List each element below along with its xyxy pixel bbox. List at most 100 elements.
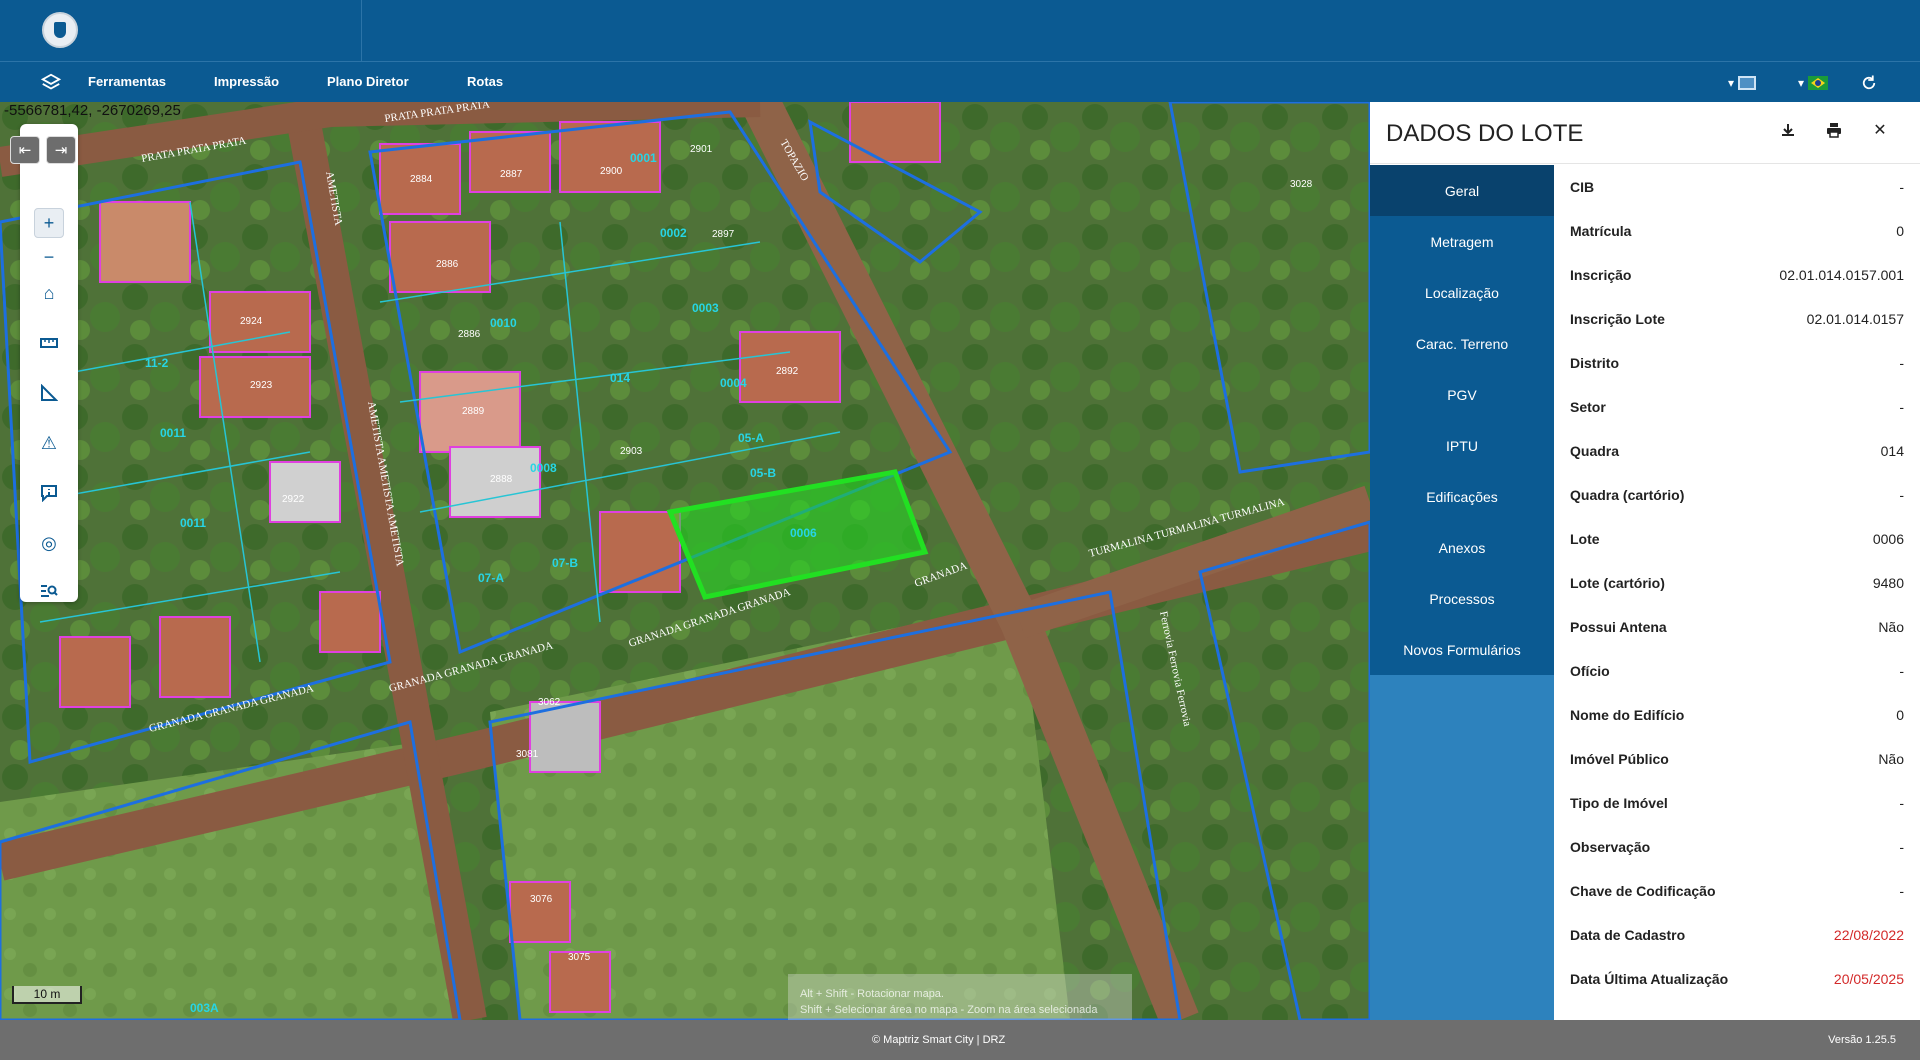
- field-value: 22/08/2022: [1833, 927, 1904, 943]
- field-label: Inscrição: [1570, 267, 1632, 283]
- field-label: Nome do Edifício: [1570, 707, 1685, 723]
- lot-fields: CIB - Matrícula 0 Inscrição 02.01.014.0157.…: [1554, 165, 1920, 1020]
- svg-text:3028: 3028: [1290, 179, 1313, 190]
- field-label: Quadra: [1570, 443, 1620, 459]
- svg-text:2889: 2889: [462, 406, 485, 417]
- field-row: Imóvel Público Não: [1554, 737, 1920, 781]
- search-list-icon[interactable]: [34, 576, 64, 606]
- svg-text:0001: 0001: [630, 151, 657, 165]
- layers-icon[interactable]: [40, 72, 62, 94]
- map-toolbar: + − ⌂ ⚠ ◎: [20, 124, 78, 602]
- tab-iptu[interactable]: IPTU: [1370, 420, 1554, 471]
- print-icon[interactable]: [1824, 120, 1844, 140]
- lot-data-panel: DADOS DO LOTE ✕ Geral Metragem Localizaç…: [1370, 102, 1920, 1020]
- field-row: Lote 0006: [1554, 517, 1920, 561]
- ruler-icon[interactable]: [34, 328, 64, 358]
- menu-item-ferramentas[interactable]: Ferramentas: [88, 74, 166, 89]
- map-drawing: PRATA PRATA PRATA PRATA PRATA PRATA AMET…: [0, 102, 1370, 1020]
- locate-icon[interactable]: ◎: [34, 528, 64, 558]
- svg-text:2886: 2886: [458, 329, 481, 340]
- download-icon[interactable]: [1778, 120, 1798, 140]
- zoom-out-icon[interactable]: −: [34, 242, 64, 272]
- field-row: Possui Antena Não: [1554, 605, 1920, 649]
- field-value: Não: [1878, 751, 1904, 767]
- home-icon[interactable]: ⌂: [34, 278, 64, 308]
- map-hint: Alt + Shift - Rotacionar mapa. Shift + S…: [788, 974, 1132, 1020]
- map-history-nav: ⇤ ⇥: [10, 136, 76, 164]
- refresh-icon: [1862, 75, 1876, 90]
- basemap-selector[interactable]: ▾: [1728, 72, 1757, 94]
- svg-text:0002: 0002: [660, 226, 687, 240]
- svg-text:05-B: 05-B: [750, 466, 776, 480]
- field-value: -: [1899, 399, 1904, 415]
- field-label: Quadra (cartório): [1570, 487, 1685, 503]
- chevron-down-icon: ▾: [1798, 76, 1805, 90]
- field-value: 02.01.014.0157: [1806, 311, 1904, 327]
- top-header: [0, 0, 1920, 61]
- menu-item-plano-diretor[interactable]: Plano Diretor: [327, 74, 409, 89]
- svg-text:3081: 3081: [516, 749, 539, 760]
- hint-zoom-area: Shift + Selecionar área no mapa - Zoom n…: [800, 1004, 1098, 1016]
- field-label: Setor: [1570, 399, 1606, 415]
- field-row: Tipo de Imóvel -: [1554, 781, 1920, 825]
- field-row: Matrícula 0: [1554, 209, 1920, 253]
- angle-icon[interactable]: [34, 378, 64, 408]
- nav-back-icon[interactable]: ⇤: [10, 136, 40, 164]
- field-label: Data de Cadastro: [1570, 927, 1686, 943]
- field-row: Lote (cartório) 9480: [1554, 561, 1920, 605]
- menu-item-rotas[interactable]: Rotas: [467, 74, 503, 89]
- coordinate-readout: -5566781,42, -2670269,25: [4, 102, 181, 119]
- svg-text:2897: 2897: [712, 229, 735, 240]
- nav-forward-icon[interactable]: ⇥: [46, 136, 76, 164]
- menu-item-impressao[interactable]: Impressão: [214, 74, 279, 89]
- tab-processos[interactable]: Processos: [1370, 573, 1554, 624]
- field-value: 0: [1896, 223, 1904, 239]
- tab-edificacoes[interactable]: Edificações: [1370, 471, 1554, 522]
- field-value: 0006: [1872, 531, 1904, 547]
- svg-text:3076: 3076: [530, 894, 553, 905]
- refresh-button[interactable]: [1860, 72, 1878, 94]
- svg-text:0011: 0011: [160, 426, 186, 440]
- tab-novos-formularios[interactable]: Novos Formulários: [1370, 624, 1554, 675]
- panel-title: DADOS DO LOTE: [1386, 120, 1584, 147]
- svg-text:0006: 0006: [790, 526, 817, 540]
- field-label: Data Última Atualização: [1570, 971, 1729, 987]
- language-selector[interactable]: ▾: [1798, 72, 1829, 94]
- tab-pgv[interactable]: PGV: [1370, 369, 1554, 420]
- field-row: CIB -: [1554, 165, 1920, 209]
- warning-icon[interactable]: ⚠: [34, 428, 64, 458]
- field-label: Possui Antena: [1570, 619, 1667, 635]
- tab-metragem[interactable]: Metragem: [1370, 216, 1554, 267]
- field-row: Ofício -: [1554, 649, 1920, 693]
- tab-localizacao[interactable]: Localização: [1370, 267, 1554, 318]
- field-label: CIB: [1570, 179, 1595, 195]
- field-value: -: [1899, 839, 1904, 855]
- version: Versão 1.25.5: [1828, 1034, 1896, 1046]
- hint-rotate: Alt + Shift - Rotacionar mapa.: [800, 988, 944, 1000]
- tab-geral[interactable]: Geral: [1370, 165, 1554, 216]
- tab-carac-terreno[interactable]: Carac. Terreno: [1370, 318, 1554, 369]
- field-row: Nome do Edifício 0: [1554, 693, 1920, 737]
- svg-text:0003: 0003: [692, 301, 719, 315]
- info-icon[interactable]: [34, 478, 64, 508]
- logo-icon[interactable]: [42, 12, 78, 48]
- svg-text:11-2: 11-2: [145, 356, 169, 370]
- field-row: Quadra (cartório) -: [1554, 473, 1920, 517]
- close-icon[interactable]: ✕: [1870, 120, 1890, 140]
- svg-text:014: 014: [610, 371, 630, 385]
- svg-text:2923: 2923: [250, 380, 273, 391]
- zoom-in-icon[interactable]: +: [34, 208, 64, 238]
- svg-text:2886: 2886: [436, 259, 459, 270]
- svg-text:3075: 3075: [568, 952, 591, 963]
- field-value: -: [1899, 795, 1904, 811]
- field-label: Observação: [1570, 839, 1651, 855]
- map-canvas[interactable]: PRATA PRATA PRATA PRATA PRATA PRATA AMET…: [0, 102, 1370, 1020]
- svg-text:2900: 2900: [600, 166, 623, 177]
- tab-anexos[interactable]: Anexos: [1370, 522, 1554, 573]
- field-label: Matrícula: [1570, 223, 1632, 239]
- svg-text:2887: 2887: [500, 169, 523, 180]
- field-label: Inscrição Lote: [1570, 311, 1665, 327]
- field-label: Lote: [1570, 531, 1600, 547]
- svg-text:2924: 2924: [240, 316, 263, 327]
- field-value: 014: [1880, 443, 1904, 459]
